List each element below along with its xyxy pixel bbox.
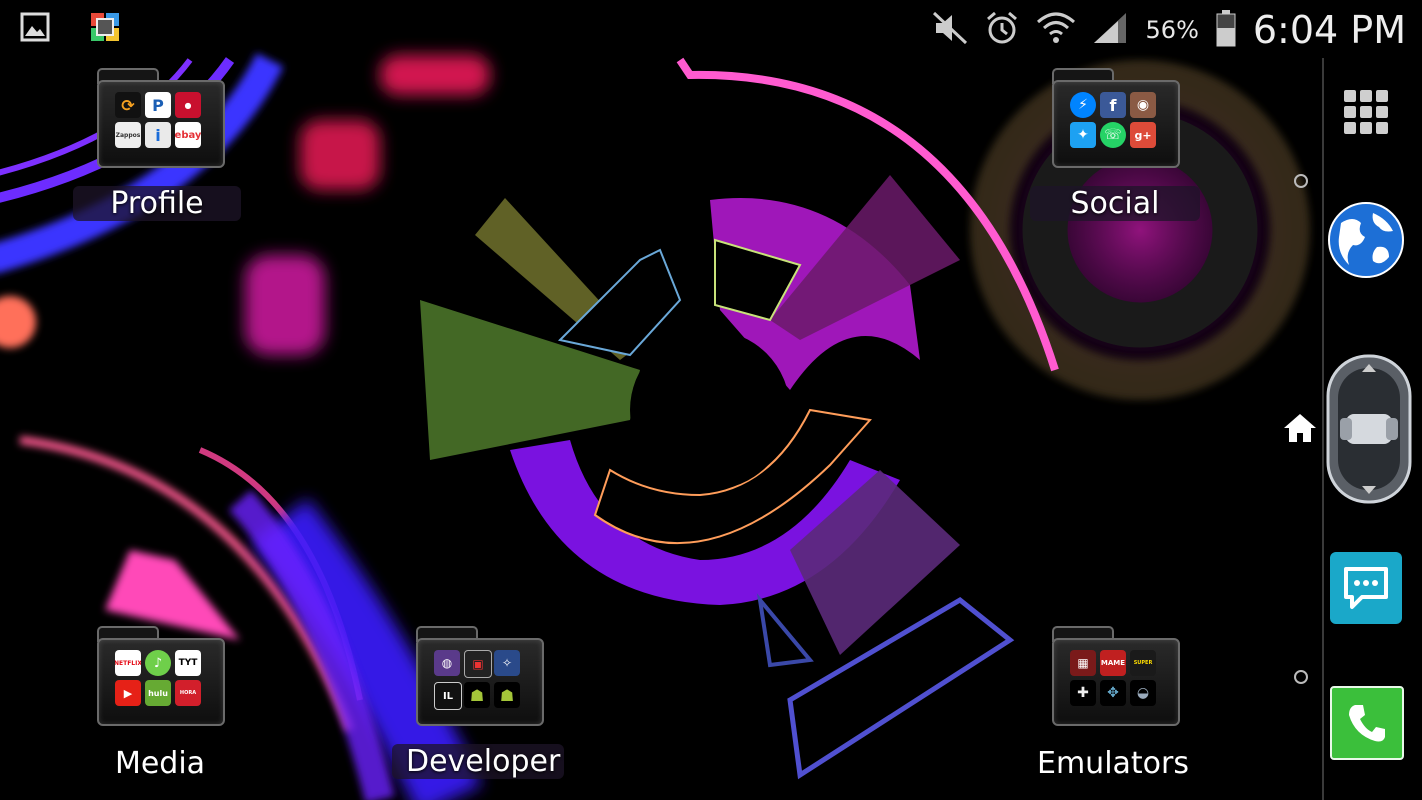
home-icon[interactable] <box>1280 410 1320 446</box>
status-bar: 56% 6:04 PM <box>0 0 1422 58</box>
browser-globe-icon[interactable] <box>1326 200 1406 280</box>
gallery-icon <box>18 10 52 44</box>
folder-media[interactable]: NETFLIX ♪ TYT ▶ hulu HORA <box>97 626 225 726</box>
arcade-icon: ▦ <box>1070 650 1096 676</box>
dev-app-icon-1: ◍ <box>434 650 460 676</box>
alarm-icon <box>984 10 1020 50</box>
corriere-app-icon: ● <box>175 92 201 118</box>
folder-emulators[interactable]: ▦ MAME SUPER ✚ ✥ ◒ <box>1052 626 1180 726</box>
controller-icon: ◒ <box>1130 680 1156 706</box>
phone-icon[interactable] <box>1330 686 1404 760</box>
folder-preview-grid: ⟳ P ● Zappos i ebay <box>115 92 205 148</box>
battery-icon <box>1215 9 1237 51</box>
ebay-app-icon: ebay <box>175 122 201 148</box>
twitter-icon: ✦ <box>1070 122 1096 148</box>
battery-percent: 56% <box>1145 16 1199 44</box>
folder-preview-grid: ◍ ▣ ✧ IL ☗ ☗ <box>434 650 524 710</box>
dev-app-icon-3: ✧ <box>494 650 520 676</box>
super-retro-icon: SUPER <box>1130 650 1156 676</box>
folder-label-social: Social <box>1030 186 1200 221</box>
home-scroller-widget[interactable] <box>1326 354 1412 504</box>
wifi-icon <box>1036 10 1076 50</box>
folder-preview-grid: NETFLIX ♪ TYT ▶ hulu HORA <box>115 650 205 706</box>
music-icon: ♪ <box>145 650 171 676</box>
folder-label-media: Media <box>114 746 206 781</box>
instagram-icon: ◉ <box>1130 92 1156 118</box>
folder-profile[interactable]: ⟳ P ● Zappos i ebay <box>97 68 225 168</box>
hulu-icon: hulu <box>145 680 171 706</box>
messaging-icon[interactable] <box>1330 552 1402 624</box>
info-app-icon: i <box>145 122 171 148</box>
page-indicator-dot <box>1294 670 1308 684</box>
folder-social[interactable]: ⚡ f ◉ ✦ ☏ g+ <box>1052 68 1180 168</box>
p-app-icon: P <box>145 92 171 118</box>
app-drawer-icon[interactable] <box>1338 84 1394 140</box>
whatsapp-icon: ☏ <box>1100 122 1126 148</box>
page-indicator-dot <box>1294 174 1308 188</box>
folder-label-developer: Developer <box>392 744 564 779</box>
zappos-app-icon: Zappos <box>115 122 141 148</box>
tyt-icon: TYT <box>175 650 201 676</box>
android-icon: ☗ <box>464 682 490 708</box>
gamepad-icon: ✚ <box>1070 680 1096 706</box>
android-icon: ☗ <box>494 682 520 708</box>
dev-app-icon-4: IL <box>434 682 462 710</box>
mame-icon: MAME <box>1100 650 1126 676</box>
folder-label-emulators: Emulators <box>1037 746 1189 781</box>
playstation-icon: ✥ <box>1100 680 1126 706</box>
clock: 6:04 PM <box>1252 8 1406 52</box>
folder-preview-grid: ▦ MAME SUPER ✚ ✥ ◒ <box>1070 650 1160 706</box>
dev-app-icon-2: ▣ <box>464 650 492 678</box>
folder-developer[interactable]: ◍ ▣ ✧ IL ☗ ☗ <box>416 626 544 726</box>
signal-icon <box>1092 11 1130 49</box>
facebook-icon: f <box>1100 92 1126 118</box>
dock-divider <box>1322 58 1324 800</box>
google-plus-icon: g+ <box>1130 122 1156 148</box>
youtube-icon: ▶ <box>115 680 141 706</box>
netflix-icon: NETFLIX <box>115 650 141 676</box>
messenger-icon: ⚡ <box>1070 92 1096 118</box>
folder-preview-grid: ⚡ f ◉ ✦ ☏ g+ <box>1070 92 1160 148</box>
primera-hora-icon: HORA <box>175 680 201 706</box>
multicolor-app-icon <box>88 10 122 44</box>
mute-icon <box>932 11 968 49</box>
folder-label-profile: Profile <box>73 186 241 221</box>
sync-app-icon: ⟳ <box>115 92 141 118</box>
